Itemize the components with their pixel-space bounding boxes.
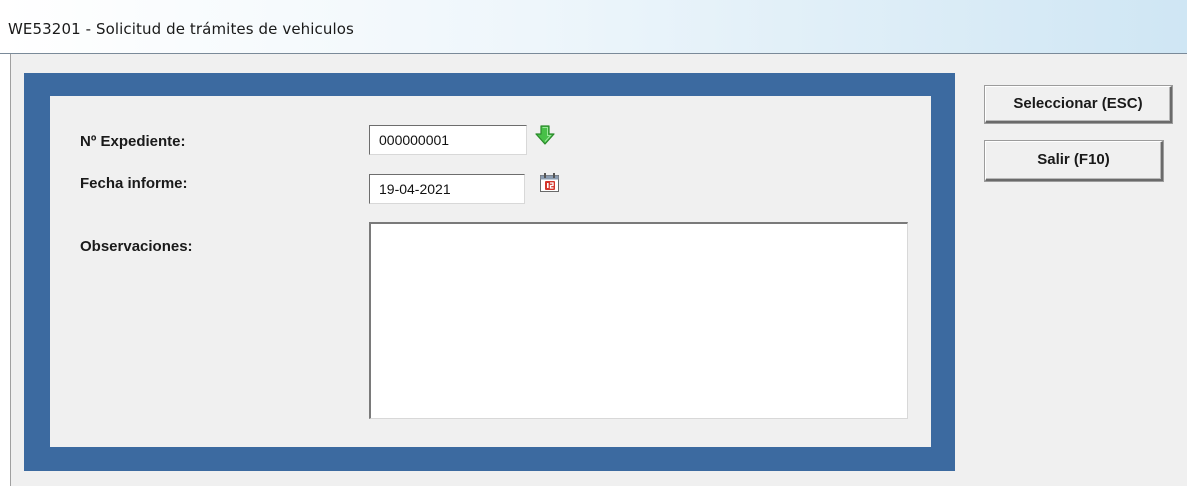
observaciones-label: Observaciones:	[80, 238, 193, 255]
window-title: WE53201 - Solicitud de trámites de vehic…	[8, 20, 354, 38]
fecha-informe-label: Fecha informe:	[80, 175, 188, 192]
observaciones-textarea[interactable]	[369, 222, 908, 419]
fecha-informe-input[interactable]: 19-04-2021	[369, 174, 525, 204]
expediente-label: Nº Expediente:	[80, 133, 186, 150]
title-bar[interactable]: WE53201 - Solicitud de trámites de vehic…	[0, 0, 1187, 54]
expediente-input[interactable]: 000000001	[369, 125, 527, 155]
salir-button[interactable]: Salir (F10)	[985, 141, 1163, 181]
seleccionar-button[interactable]: Seleccionar (ESC)	[985, 86, 1172, 123]
application-window: WE53201 - Solicitud de trámites de vehic…	[0, 0, 1187, 486]
calendar-icon[interactable]	[539, 172, 561, 194]
green-down-arrow-icon[interactable]	[535, 124, 555, 146]
